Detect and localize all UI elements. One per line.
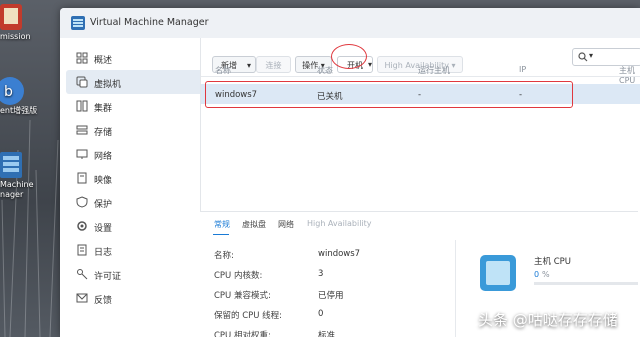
sidebar-item-vm[interactable]: 虚拟机 (66, 70, 220, 94)
sidebar-item-protection[interactable]: 保护 (66, 190, 220, 214)
desktop-icon-label: Machine nager (0, 180, 34, 199)
field-value: 0 (318, 309, 324, 319)
sidebar-item-label: 许可证 (94, 272, 122, 282)
column-header-ip[interactable]: IP (519, 65, 526, 74)
sidebar-item-license[interactable]: 许可证 (66, 262, 220, 286)
sidebar-item-label: 集群 (94, 104, 113, 114)
field-value: windows7 (318, 249, 361, 259)
field-value: 已停用 (318, 291, 344, 301)
sidebar-item-label: 反馈 (94, 296, 113, 306)
sidebar-item-label: 保护 (94, 200, 113, 210)
desktop-icon-vmm[interactable]: Machine nager (0, 150, 58, 200)
shield-icon (76, 196, 88, 208)
desktop-icon-mission[interactable]: mission (0, 2, 58, 42)
cpu-icon (480, 255, 516, 291)
column-header-host[interactable]: 运行主机 (418, 65, 450, 76)
app-qb-icon: b (0, 77, 24, 105)
vm-icon (76, 76, 88, 88)
sidebar-item-label: 概述 (94, 56, 113, 66)
column-header-status[interactable]: 状态 (317, 65, 333, 76)
sidebar: 概述 虚拟机 集群 存储 网络 映像 保护 设置 日志 许可证 反馈 (60, 38, 220, 337)
field-value: 标准 (318, 331, 336, 337)
sidebar-item-label: 映像 (94, 176, 113, 186)
column-header-host-cpu[interactable]: 主机 CPU (619, 65, 640, 85)
table-header: 名称 状态 运行主机 IP 主机 CPU (201, 64, 640, 85)
sidebar-item-feedback[interactable]: 反馈 (66, 286, 220, 310)
key-icon (77, 269, 88, 280)
column-header-name[interactable]: 名称 (215, 65, 231, 76)
cpu-value: 0 (534, 270, 540, 279)
sidebar-item-label: 网络 (94, 152, 113, 162)
storage-icon (76, 125, 88, 135)
sidebar-item-cluster[interactable]: 集群 (66, 94, 220, 118)
cpu-unit: % (542, 270, 550, 279)
sidebar-item-overview[interactable]: 概述 (66, 46, 220, 70)
highlight-box (205, 81, 573, 108)
app-vmm-icon (0, 152, 22, 178)
gear-icon (77, 221, 87, 231)
sidebar-item-label: 设置 (94, 224, 113, 234)
field-value: 3 (318, 269, 324, 279)
tab-network[interactable]: 网络 (278, 219, 294, 230)
sidebar-item-log[interactable]: 日志 (66, 238, 220, 262)
app-vmm-icon (71, 16, 85, 30)
field-label: CPU 内核数: (214, 271, 263, 281)
sidebar-item-network[interactable]: 网络 (66, 142, 220, 166)
network-icon (76, 149, 88, 159)
field-label: CPU 相对权重: (214, 331, 271, 337)
desktop-icon-downloader[interactable]: b ent增强版 (0, 76, 58, 116)
field-label: CPU 兼容模式: (214, 291, 271, 301)
sidebar-item-storage[interactable]: 存储 (66, 118, 220, 142)
cpu-title: 主机 CPU (534, 257, 571, 267)
sidebar-item-label: 日志 (94, 248, 113, 258)
log-icon (77, 244, 87, 256)
svg-text:b: b (4, 84, 13, 100)
highlight-circle (331, 44, 367, 69)
image-icon (77, 172, 87, 184)
field-label: 保留的 CPU 线程: (214, 311, 283, 321)
divider (455, 240, 456, 337)
chevron-down-icon: ▾ (589, 51, 594, 60)
window-titlebar[interactable]: Virtual Machine Manager (60, 8, 640, 39)
mail-icon (76, 293, 88, 303)
tab-general[interactable]: 常规 (214, 219, 230, 230)
tab-high-availability[interactable]: High Availability (307, 219, 372, 228)
app-tool-icon (0, 4, 22, 30)
sidebar-item-label: 存储 (94, 128, 113, 138)
active-tab-indicator (213, 234, 229, 235)
desktop-icon-label: mission (0, 32, 31, 41)
sidebar-item-settings[interactable]: 设置 (66, 214, 220, 238)
window-title: Virtual Machine Manager (90, 17, 209, 28)
cluster-icon (76, 100, 88, 112)
overview-icon (76, 52, 88, 64)
search-icon (578, 52, 588, 62)
sidebar-item-image[interactable]: 映像 (66, 166, 220, 190)
field-label: 名称: (214, 251, 234, 261)
desktop-icon-label: ent增强版 (0, 106, 38, 115)
cpu-usage-bar (534, 282, 638, 285)
watermark: 头条 @咕哒存存存储 (478, 311, 618, 329)
sidebar-item-label: 虚拟机 (94, 80, 122, 90)
tab-virtual-disk[interactable]: 虚拟盘 (242, 219, 266, 230)
